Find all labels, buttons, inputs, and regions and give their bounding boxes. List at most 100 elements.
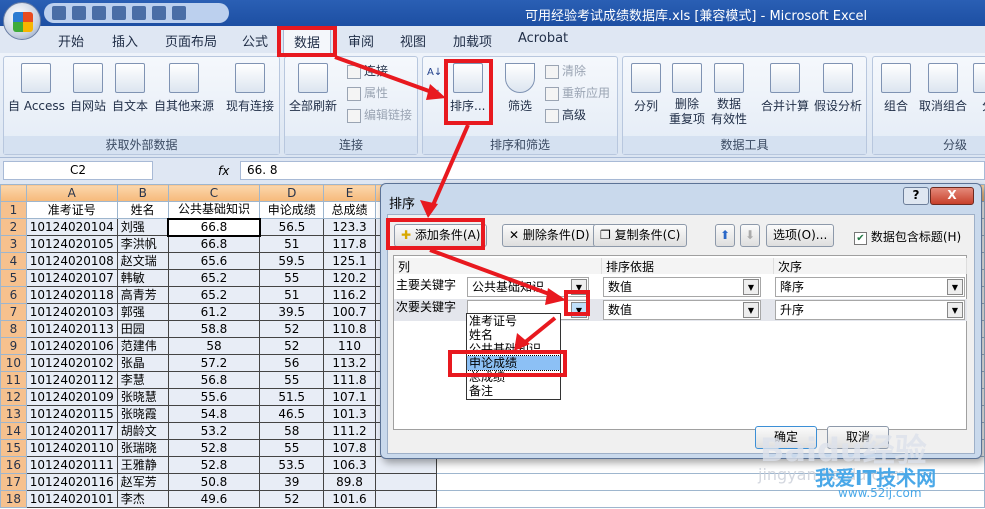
advanced-button[interactable]: 高级 bbox=[545, 106, 586, 123]
edit-links-button[interactable]: 编辑链接 bbox=[347, 106, 412, 123]
chevron-down-icon[interactable]: ▼ bbox=[743, 279, 759, 295]
cell[interactable]: 66.8 bbox=[167, 235, 261, 253]
header-cell[interactable]: 申论成绩 bbox=[259, 201, 325, 219]
cell[interactable]: 39.5 bbox=[259, 303, 325, 321]
undo-icon[interactable] bbox=[72, 6, 86, 20]
dropdown-option[interactable]: 备注 bbox=[467, 384, 560, 398]
cell[interactable]: 107.1 bbox=[323, 388, 376, 406]
secondary-sort-on-select[interactable]: 数值 ▼ bbox=[603, 300, 761, 320]
group-button[interactable]: 组合 bbox=[881, 63, 911, 114]
primary-sort-on-select[interactable]: 数值 ▼ bbox=[603, 277, 761, 297]
cell[interactable]: 123.3 bbox=[323, 218, 376, 236]
cell[interactable]: 赵文瑞 bbox=[116, 252, 169, 270]
row-header[interactable]: 11 bbox=[0, 371, 27, 389]
row-header[interactable]: 6 bbox=[0, 286, 27, 304]
ungroup-button[interactable]: 取消组合 bbox=[919, 63, 967, 114]
cell[interactable]: 56 bbox=[259, 354, 325, 372]
cell[interactable]: 张晓慧 bbox=[116, 388, 169, 406]
from-access-button[interactable]: 自 Access bbox=[8, 63, 65, 114]
row-header[interactable]: 17 bbox=[0, 473, 27, 491]
office-button[interactable] bbox=[3, 2, 41, 40]
cell[interactable]: 韩敏 bbox=[116, 269, 169, 287]
cell[interactable]: 125.1 bbox=[323, 252, 376, 270]
tab-home[interactable]: 开始 bbox=[58, 31, 84, 50]
close-button[interactable]: X bbox=[930, 187, 974, 205]
tab-acrobat[interactable]: Acrobat bbox=[518, 31, 568, 46]
tab-formulas[interactable]: 公式 bbox=[242, 31, 268, 50]
cell[interactable]: 张瑞晓 bbox=[116, 439, 169, 457]
header-cell[interactable]: 准考证号 bbox=[25, 201, 118, 219]
row-header[interactable]: 10 bbox=[0, 354, 27, 372]
cell[interactable]: 52 bbox=[259, 490, 325, 508]
header-cell[interactable]: 公共基础知识 bbox=[167, 201, 261, 219]
cell[interactable]: 10124020115 bbox=[25, 405, 118, 423]
row-header[interactable]: 13 bbox=[0, 405, 27, 423]
remove-duplicates-button[interactable]: 删除 重复项 bbox=[669, 63, 705, 127]
cell[interactable]: 高青芳 bbox=[116, 286, 169, 304]
tab-addins[interactable]: 加载项 bbox=[453, 31, 492, 50]
cell[interactable]: 117.8 bbox=[323, 235, 376, 253]
has-header-checkbox[interactable]: ✔ 数据包含标题(H) bbox=[854, 228, 961, 245]
cell[interactable]: 田园 bbox=[116, 320, 169, 338]
dropdown-option[interactable]: 公共基础知识 bbox=[467, 342, 560, 356]
cell[interactable]: 107.8 bbox=[323, 439, 376, 457]
secondary-order-select[interactable]: 升序 ▼ bbox=[775, 300, 965, 320]
chevron-down-icon[interactable]: ▼ bbox=[743, 302, 759, 318]
options-button[interactable]: 选项(O)... bbox=[766, 224, 835, 247]
column-header-E[interactable]: E bbox=[323, 184, 376, 202]
cell[interactable]: 54.8 bbox=[167, 405, 261, 423]
cell[interactable]: 52.8 bbox=[167, 456, 261, 474]
cell[interactable]: 51 bbox=[259, 286, 325, 304]
cell[interactable]: 胡龄文 bbox=[116, 422, 169, 440]
primary-order-select[interactable]: 降序 ▼ bbox=[775, 277, 965, 297]
row-header[interactable]: 5 bbox=[0, 269, 27, 287]
cell[interactable]: 10124020116 bbox=[25, 473, 118, 491]
cell[interactable] bbox=[374, 473, 437, 491]
column-header-D[interactable]: D bbox=[259, 184, 325, 202]
cell[interactable]: 10124020113 bbox=[25, 320, 118, 338]
refresh-all-button[interactable]: 全部刷新 bbox=[289, 63, 337, 114]
cell[interactable]: 55.6 bbox=[167, 388, 261, 406]
cell[interactable]: 10124020108 bbox=[25, 252, 118, 270]
row-header[interactable]: 14 bbox=[0, 422, 27, 440]
chevron-down-icon[interactable]: ▼ bbox=[571, 279, 587, 295]
row-header[interactable]: 7 bbox=[0, 303, 27, 321]
cell[interactable]: 58 bbox=[167, 337, 261, 355]
chevron-down-icon[interactable]: ▼ bbox=[947, 302, 963, 318]
cell[interactable]: 10124020105 bbox=[25, 235, 118, 253]
cell[interactable]: 52 bbox=[259, 320, 325, 338]
cell[interactable]: 10124020118 bbox=[25, 286, 118, 304]
cell[interactable]: 范建伟 bbox=[116, 337, 169, 355]
cell[interactable]: 10124020106 bbox=[25, 337, 118, 355]
cell[interactable]: 51 bbox=[259, 235, 325, 253]
cell[interactable]: 89.8 bbox=[323, 473, 376, 491]
subtotal-button[interactable]: 分 bbox=[973, 63, 985, 114]
row-header[interactable]: 2 bbox=[0, 218, 27, 236]
cell[interactable]: 张晶 bbox=[116, 354, 169, 372]
tab-page-layout[interactable]: 页面布局 bbox=[165, 31, 217, 50]
connections-button[interactable]: 连接 bbox=[347, 62, 388, 79]
cell[interactable]: 58 bbox=[259, 422, 325, 440]
redo-icon[interactable] bbox=[92, 6, 106, 20]
cell[interactable]: 52.8 bbox=[167, 439, 261, 457]
cell[interactable]: 10124020112 bbox=[25, 371, 118, 389]
cell[interactable]: 46.5 bbox=[259, 405, 325, 423]
cell[interactable]: 50.8 bbox=[167, 473, 261, 491]
cell[interactable]: 55 bbox=[259, 439, 325, 457]
cell[interactable]: 111.2 bbox=[323, 422, 376, 440]
cell[interactable]: 66.8 bbox=[167, 217, 261, 237]
cell[interactable]: 王雅静 bbox=[116, 456, 169, 474]
cell[interactable]: 110.8 bbox=[323, 320, 376, 338]
cell[interactable]: 65.2 bbox=[167, 286, 261, 304]
row-header[interactable]: 9 bbox=[0, 337, 27, 355]
row-header[interactable]: 4 bbox=[0, 252, 27, 270]
cell[interactable]: 55 bbox=[259, 371, 325, 389]
cell[interactable]: 10124020117 bbox=[25, 422, 118, 440]
primary-column-select[interactable]: 公共基础知识 ▼ bbox=[467, 277, 589, 297]
cell[interactable]: 65.2 bbox=[167, 269, 261, 287]
data-validation-button[interactable]: 数据 有效性 bbox=[711, 63, 747, 127]
cell[interactable]: 56.8 bbox=[167, 371, 261, 389]
move-up-button[interactable]: ⬆ bbox=[715, 224, 735, 247]
cell[interactable]: 10124020103 bbox=[25, 303, 118, 321]
cell[interactable] bbox=[374, 490, 437, 508]
